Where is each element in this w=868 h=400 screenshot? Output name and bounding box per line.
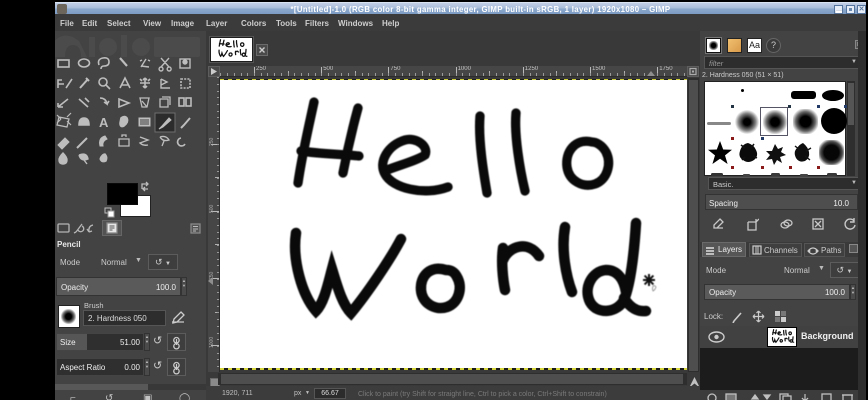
svg-text:A: A	[99, 115, 109, 130]
